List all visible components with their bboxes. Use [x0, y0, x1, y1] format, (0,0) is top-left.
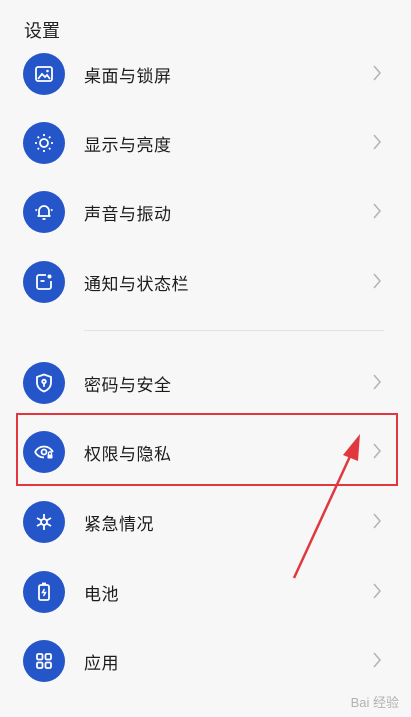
- apps-grid-icon: [23, 640, 65, 682]
- settings-item-label: 显示与亮度: [84, 136, 172, 156]
- settings-item-battery[interactable]: 电池: [0, 556, 411, 626]
- settings-item-emergency[interactable]: 紧急情况: [0, 486, 411, 556]
- asterisk-icon: [23, 501, 65, 543]
- chevron-right-icon: [373, 65, 382, 81]
- battery-icon: [23, 571, 65, 613]
- settings-item-sound[interactable]: 声音与振动: [0, 176, 411, 246]
- chevron-right-icon: [373, 513, 382, 529]
- chevron-right-icon: [373, 652, 382, 668]
- sun-icon: [23, 122, 65, 164]
- settings-item-label: 电池: [84, 585, 119, 605]
- settings-item-label: 桌面与锁屏: [84, 67, 172, 87]
- settings-item-security[interactable]: 密码与安全: [0, 347, 411, 417]
- settings-item-notifications[interactable]: 通知与状态栏: [0, 246, 411, 316]
- settings-item-label: 通知与状态栏: [84, 275, 189, 295]
- chevron-right-icon: [373, 203, 382, 219]
- settings-item-display[interactable]: 显示与亮度: [0, 107, 411, 177]
- chevron-right-icon: [373, 273, 382, 289]
- settings-item-label: 应用: [84, 654, 119, 674]
- picture-icon: [23, 53, 65, 95]
- chevron-right-icon: [373, 583, 382, 599]
- notification-icon: [23, 261, 65, 303]
- shield-icon: [23, 362, 65, 404]
- settings-item-label: 紧急情况: [84, 515, 154, 535]
- watermark: Bai 经验: [350, 695, 399, 710]
- settings-item-apps[interactable]: 应用: [0, 625, 411, 695]
- section-divider: [84, 330, 384, 331]
- settings-item-label: 密码与安全: [84, 376, 172, 396]
- bell-icon: [23, 191, 65, 233]
- settings-item-label: 声音与振动: [84, 205, 172, 225]
- chevron-right-icon: [373, 134, 382, 150]
- settings-item-wallpaper[interactable]: 桌面与锁屏: [0, 38, 411, 108]
- highlight-annotation-box: [16, 413, 398, 486]
- chevron-right-icon: [373, 374, 382, 390]
